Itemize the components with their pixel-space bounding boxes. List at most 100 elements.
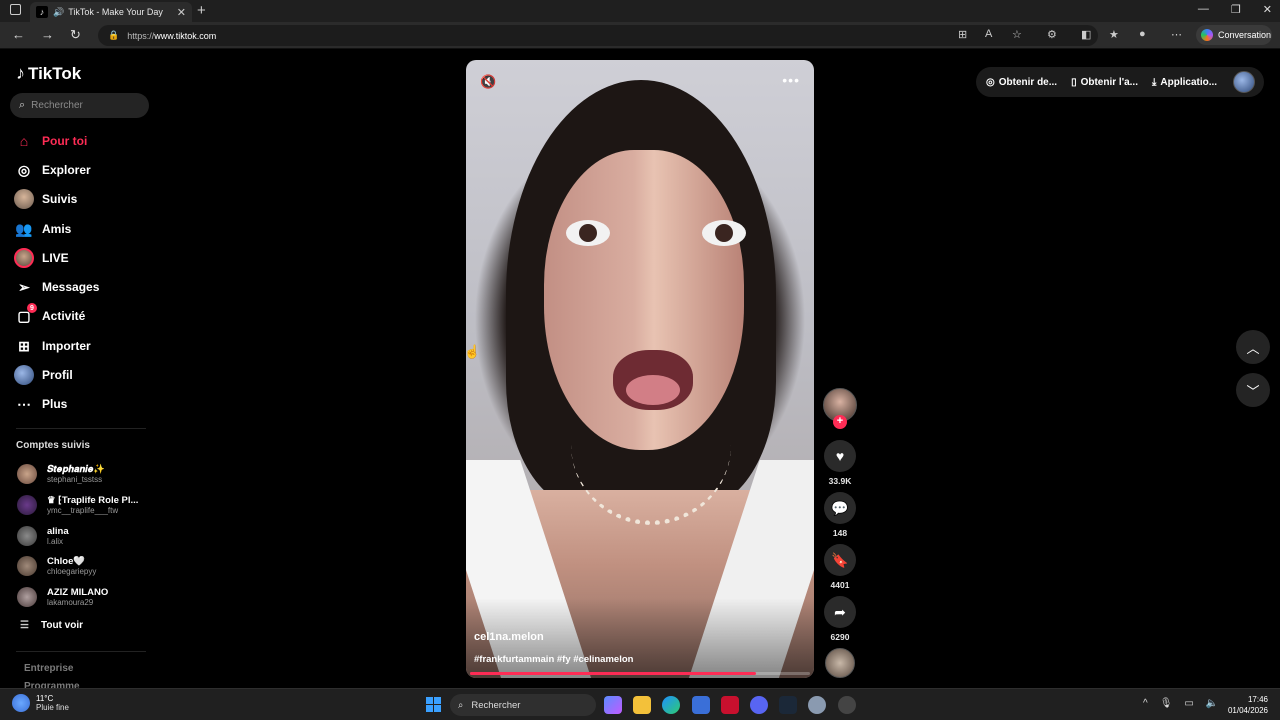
followed-account[interactable]: alina l.alix	[17, 524, 69, 548]
nav-item-activite[interactable]: ▢ 9 Activité	[14, 303, 85, 328]
nav-label: LIVE	[42, 251, 69, 265]
browser-tab[interactable]: ♪ 🔊 TikTok - Make Your Day ✕	[30, 2, 192, 22]
settings-app-icon[interactable]	[808, 696, 826, 714]
refresh-icon[interactable]: ↻	[70, 27, 81, 43]
followed-account[interactable]: Chloe🤍 chloegariepyy	[17, 554, 96, 578]
file-explorer-icon[interactable]	[633, 696, 651, 714]
store-icon[interactable]	[692, 696, 710, 714]
get-coins-button[interactable]: ◎ Obtenir de...	[986, 77, 1057, 88]
search-icon: ⌕	[458, 699, 464, 711]
split-screen-icon[interactable]: ◧	[1081, 28, 1091, 41]
url-field[interactable]: 🔒 https:// www.tiktok.com	[98, 25, 1098, 46]
url-host: www.tiktok.com	[154, 30, 217, 41]
extensions-icon[interactable]: ⚙	[1047, 28, 1057, 41]
taskbar-search[interactable]: ⌕ Rechercher	[450, 694, 596, 716]
acrobat-icon[interactable]	[721, 696, 739, 714]
weather-widget[interactable]: 11°C Pluie fine	[12, 694, 69, 712]
favorites-icon[interactable]: ★	[1109, 28, 1119, 41]
video-username[interactable]: cel1na.melon	[474, 631, 544, 643]
microphone-icon[interactable]: 🎙	[1160, 698, 1173, 709]
desktop-app-button[interactable]: ⤓ Applicatio...	[1152, 77, 1217, 88]
nav-item-importer[interactable]: ⊞ Importer	[14, 334, 91, 358]
tiktok-logo[interactable]: ♪ TikTok	[16, 63, 81, 84]
next-video-button[interactable]: ﹀	[1236, 373, 1270, 407]
more-options-icon[interactable]: •••	[782, 72, 800, 88]
steam-icon[interactable]	[779, 696, 797, 714]
followed-account[interactable]: 𝑺𝒕𝒆𝒑𝒉𝒂𝒏𝒊𝒆✨ stephani_tsstss	[17, 462, 105, 486]
music-disc[interactable]	[825, 648, 855, 678]
discord-icon[interactable]	[750, 696, 768, 714]
forward-icon[interactable]: →	[41, 27, 54, 42]
new-tab-button[interactable]: +	[197, 2, 206, 19]
restore-icon[interactable]: ❐	[1231, 3, 1241, 16]
user-avatar[interactable]	[1233, 71, 1255, 93]
system-clock[interactable]: 17:46 01/04/2026	[1224, 694, 1268, 716]
like-button[interactable]: ♥	[824, 440, 856, 472]
network-icon[interactable]: ▭	[1184, 698, 1193, 709]
avatar	[17, 556, 37, 576]
nav-item-explorer[interactable]: ◎ Explorer	[14, 158, 91, 182]
activity-icon: ▢ 9	[14, 303, 37, 326]
save-button[interactable]: 🔖	[824, 544, 856, 576]
edge-browser-icon[interactable]	[662, 696, 680, 714]
nav-item-amis[interactable]: 👥 Amis	[14, 217, 71, 241]
lock-icon[interactable]: 🔒	[108, 30, 119, 41]
nav-item-plus[interactable]: ⋯ Plus	[14, 392, 67, 416]
comment-icon: 💬	[831, 499, 849, 516]
chevron-up-icon: ︿	[1246, 340, 1260, 356]
account-handle: chloegariepyy	[47, 567, 97, 576]
account-handle: l.alix	[47, 537, 64, 546]
settings-more-icon[interactable]: ⋯	[1171, 28, 1182, 41]
tiktok-note-icon: ♪	[16, 63, 25, 83]
profile-icon[interactable]: ●	[1139, 28, 1146, 40]
share-button[interactable]: ➦	[824, 596, 856, 628]
followed-account[interactable]: ♛ ⁅Traplife Role Pl... ymc__traplife___f…	[17, 493, 138, 517]
get-app-button[interactable]: ▯ Obtenir l'a...	[1071, 77, 1138, 88]
previous-video-button[interactable]: ︿	[1236, 330, 1270, 364]
weather-icon	[12, 694, 30, 712]
see-all-label: Tout voir	[40, 620, 83, 631]
video-hashtags[interactable]: #frankfurtammain #fy #celinamelon	[474, 654, 633, 665]
followed-account[interactable]: AZIZ MILANO lakamoura29	[17, 585, 108, 609]
copilot-app-icon[interactable]	[604, 696, 622, 714]
nav-item-live[interactable]: LIVE	[14, 246, 69, 270]
window-menu-icon[interactable]	[10, 4, 21, 15]
nav-item-suivis[interactable]: Suivis	[14, 187, 77, 211]
conversation-button[interactable]: Conversation	[1196, 25, 1272, 45]
chevron-up-icon[interactable]: ^	[1143, 698, 1148, 709]
windows-start-icon[interactable]	[426, 697, 441, 712]
friends-icon: 👥	[15, 220, 33, 237]
window-controls: — ❐ ✕	[1198, 3, 1272, 16]
media-app-icon[interactable]	[838, 696, 856, 714]
nav-item-messages[interactable]: ➢ Messages	[14, 275, 99, 299]
video-player[interactable]: 🔇 ••• cel1na.melon #frankfurtammain #fy …	[466, 60, 814, 678]
back-icon[interactable]: ←	[12, 27, 25, 42]
nav-item-profil[interactable]: Profil	[14, 363, 73, 387]
mute-icon[interactable]: 🔇	[480, 74, 496, 90]
minimize-icon[interactable]: —	[1198, 3, 1209, 16]
follow-plus-icon[interactable]: +	[833, 415, 847, 429]
browser-tab-bar: ♪ 🔊 TikTok - Make Your Day ✕ + — ❐ ✕	[0, 0, 1280, 22]
app-available-icon[interactable]: ⊞	[958, 28, 967, 41]
top-actions-bar: ◎ Obtenir de... ▯ Obtenir l'a... ⤓ Applicat…	[976, 67, 1264, 97]
video-progress-bar[interactable]	[470, 672, 810, 675]
sidebar-divider	[16, 428, 146, 429]
comment-count: 148	[832, 528, 848, 538]
live-avatar	[14, 248, 34, 268]
nav-label: Amis	[42, 222, 72, 236]
read-aloud-icon[interactable]: A	[985, 28, 992, 40]
footer-link[interactable]: Entreprise	[24, 663, 73, 674]
search-input[interactable]: ⌕ Rechercher	[10, 93, 149, 118]
see-all-button[interactable]: ☰ Tout voir	[20, 620, 83, 631]
comment-button[interactable]: 💬	[824, 492, 856, 524]
avatar	[17, 587, 37, 607]
close-tab-icon[interactable]: ✕	[177, 6, 186, 19]
button-label: Obtenir l'a...	[1080, 76, 1138, 88]
speaker-icon[interactable]: 🔊	[53, 7, 64, 18]
close-window-icon[interactable]: ✕	[1263, 3, 1272, 16]
volume-icon[interactable]: 🔈	[1206, 698, 1218, 709]
favorite-star-icon[interactable]: ☆	[1012, 28, 1022, 41]
tiktok-favicon-icon: ♪	[36, 6, 48, 18]
nav-item-pour-toi[interactable]: ⌂ Pour toi	[14, 129, 88, 153]
chevron-down-icon: ﹀	[1246, 383, 1260, 399]
